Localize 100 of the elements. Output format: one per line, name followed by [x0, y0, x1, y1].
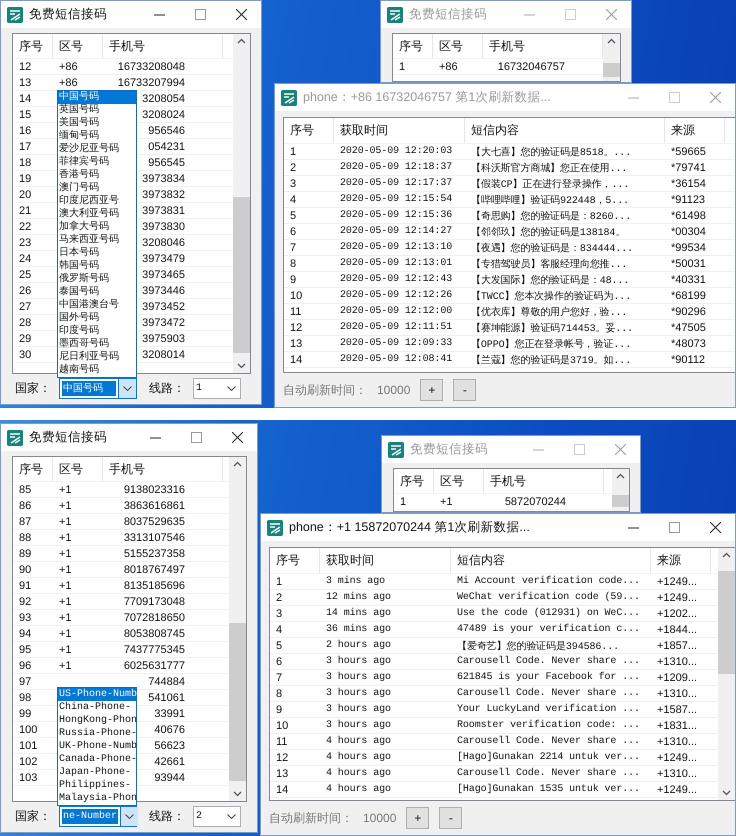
- table-cell-text: 97: [18, 676, 32, 688]
- column-header[interactable]: 区号: [434, 469, 484, 493]
- dropdown-option[interactable]: 中国港澳台号: [58, 299, 136, 312]
- scrollbar[interactable]: [229, 457, 246, 801]
- column-header[interactable]: 来源: [651, 548, 711, 573]
- dropdown-option[interactable]: 香港号码: [58, 169, 136, 182]
- column-header[interactable]: 序号: [13, 457, 53, 481]
- table-cell: 054231: [148, 140, 185, 152]
- table-cell-text: WeChat verification code (59...: [456, 592, 641, 603]
- line-dropdown[interactable]: 2: [193, 806, 241, 826]
- column-header[interactable]: 区号: [53, 457, 103, 481]
- dropdown-option[interactable]: 墨西哥号码: [58, 338, 136, 351]
- step-button[interactable]: +: [406, 807, 430, 829]
- dropdown-option[interactable]: 国外号码: [58, 312, 136, 325]
- close-icon[interactable]: [232, 432, 243, 443]
- dropdown-option[interactable]: 俄罗斯号码: [58, 273, 136, 286]
- column-header[interactable]: 序号: [270, 548, 320, 573]
- dropdown-option[interactable]: 澳门号码: [58, 182, 136, 195]
- table-cell: 9138023316: [124, 484, 185, 496]
- table-cell-text: 13: [289, 338, 304, 350]
- minimize-icon[interactable]: [154, 14, 165, 16]
- column-header[interactable]: 获取时间: [320, 548, 451, 573]
- column-header[interactable]: 获取时间: [334, 118, 465, 143]
- dropdown-option[interactable]: 印度尼西亚号: [58, 195, 136, 208]
- table-cell-text: 3 hours ago: [325, 656, 392, 667]
- dropdown-option[interactable]: 菲律宾号码: [58, 156, 136, 169]
- dropdown-option[interactable]: 缅甸号码: [58, 130, 136, 143]
- maximize-icon[interactable]: [195, 9, 206, 20]
- table-cell-text: 88: [18, 532, 32, 544]
- scroll-up-icon[interactable]: [722, 552, 731, 558]
- table-cell: +1: [59, 500, 72, 512]
- scrollbar[interactable]: [233, 34, 250, 373]
- dropdown-option[interactable]: 泰国号码: [58, 286, 136, 299]
- table-cell-text: 621845 is your Facebook for ...: [456, 672, 641, 683]
- close-icon[interactable]: [236, 9, 247, 20]
- dropdown-option[interactable]: 英国号码: [58, 104, 136, 117]
- table-cell-text: *00304: [670, 226, 707, 238]
- column-header[interactable]: 区号: [433, 34, 483, 58]
- line-dropdown[interactable]: 1: [193, 378, 241, 398]
- column-header[interactable]: 短信内容: [465, 118, 665, 143]
- dropdown-option[interactable]: 越南号码: [58, 364, 136, 377]
- dropdown-option[interactable]: Canada-Phone-: [58, 753, 136, 766]
- column-header[interactable]: 手机号: [484, 469, 604, 493]
- column-header[interactable]: 序号: [393, 34, 433, 58]
- scroll-up-icon[interactable]: [237, 38, 246, 44]
- table-cell-text: 101: [18, 740, 38, 752]
- maximize-icon[interactable]: [669, 522, 680, 533]
- maximize-icon[interactable]: [191, 432, 202, 443]
- column-header[interactable]: 序号: [394, 469, 434, 493]
- maximize-icon[interactable]: [669, 92, 680, 103]
- table-cell-text: 24: [18, 252, 32, 264]
- table-cell-text: 2020-05-09 12:08:41: [339, 354, 454, 365]
- scroll-down-icon[interactable]: [233, 791, 242, 797]
- column-header[interactable]: 序号: [13, 34, 53, 58]
- country-dropdown[interactable]: 中国号码: [59, 378, 137, 398]
- maximize-icon[interactable]: [574, 444, 585, 455]
- scroll-up-icon[interactable]: [233, 461, 242, 467]
- scrollbar[interactable]: [603, 34, 620, 81]
- dropdown-option[interactable]: US-Phone-Numb: [58, 688, 136, 701]
- window-title: phone：+86 16732046757 第1次刷新数据...: [303, 89, 551, 106]
- column-header[interactable]: 手机号: [103, 34, 223, 58]
- table-cell-text: 29: [18, 332, 32, 344]
- scroll-up-icon[interactable]: [607, 38, 616, 44]
- table-cell: 93944: [154, 772, 185, 784]
- table-cell: 956546: [148, 124, 185, 136]
- column-header[interactable]: 短信内容: [451, 548, 651, 573]
- minimize-icon[interactable]: [150, 436, 161, 438]
- scroll-down-icon[interactable]: [237, 363, 246, 369]
- column-header[interactable]: 来源: [665, 118, 725, 143]
- dropdown-option[interactable]: 印度号码: [58, 325, 136, 338]
- dropdown-option[interactable]: 美国号码: [58, 117, 136, 130]
- column-header[interactable]: 手机号: [103, 457, 223, 481]
- close-icon[interactable]: [710, 522, 721, 533]
- column-header[interactable]: 区号: [53, 34, 103, 58]
- dropdown-option[interactable]: Japan-Phone-: [58, 766, 136, 779]
- table-cell-text: 【奇思购】您的验证码是：8260...: [470, 210, 632, 222]
- scroll-up-icon[interactable]: [616, 473, 625, 479]
- scroll-down-icon[interactable]: [722, 790, 731, 796]
- dropdown-option[interactable]: 中国号码: [58, 91, 136, 104]
- step-button[interactable]: -: [439, 807, 462, 829]
- column-header[interactable]: 序号: [284, 118, 334, 143]
- step-button[interactable]: +: [420, 379, 444, 401]
- table-cell: 541061: [148, 692, 185, 704]
- dropdown-option[interactable]: Russia-Phone-: [58, 727, 136, 740]
- dropdown-option[interactable]: 尼日利亚号码: [58, 351, 136, 364]
- step-button[interactable]: -: [453, 379, 476, 401]
- dropdown-option[interactable]: 加拿大号码: [58, 221, 136, 234]
- dropdown-option[interactable]: 日本号码: [58, 247, 136, 260]
- dropdown-option[interactable]: China-Phone-: [58, 701, 136, 714]
- dropdown-option[interactable]: 爱沙尼亚号码: [58, 143, 136, 156]
- dropdown-option[interactable]: 马来西亚号码: [58, 234, 136, 247]
- table-cell-text: 18: [18, 156, 32, 168]
- minimize-icon[interactable]: [628, 526, 639, 528]
- scrollbar[interactable]: [718, 548, 735, 800]
- dropdown-option[interactable]: 韩国号码: [58, 260, 136, 273]
- scrollbar[interactable]: [612, 469, 629, 511]
- dropdown-option[interactable]: 澳大利亚号码: [58, 208, 136, 221]
- country-dropdown[interactable]: ne-Number: [59, 806, 137, 826]
- maximize-icon[interactable]: [565, 9, 576, 20]
- dropdown-option[interactable]: Philippines-: [58, 779, 136, 792]
